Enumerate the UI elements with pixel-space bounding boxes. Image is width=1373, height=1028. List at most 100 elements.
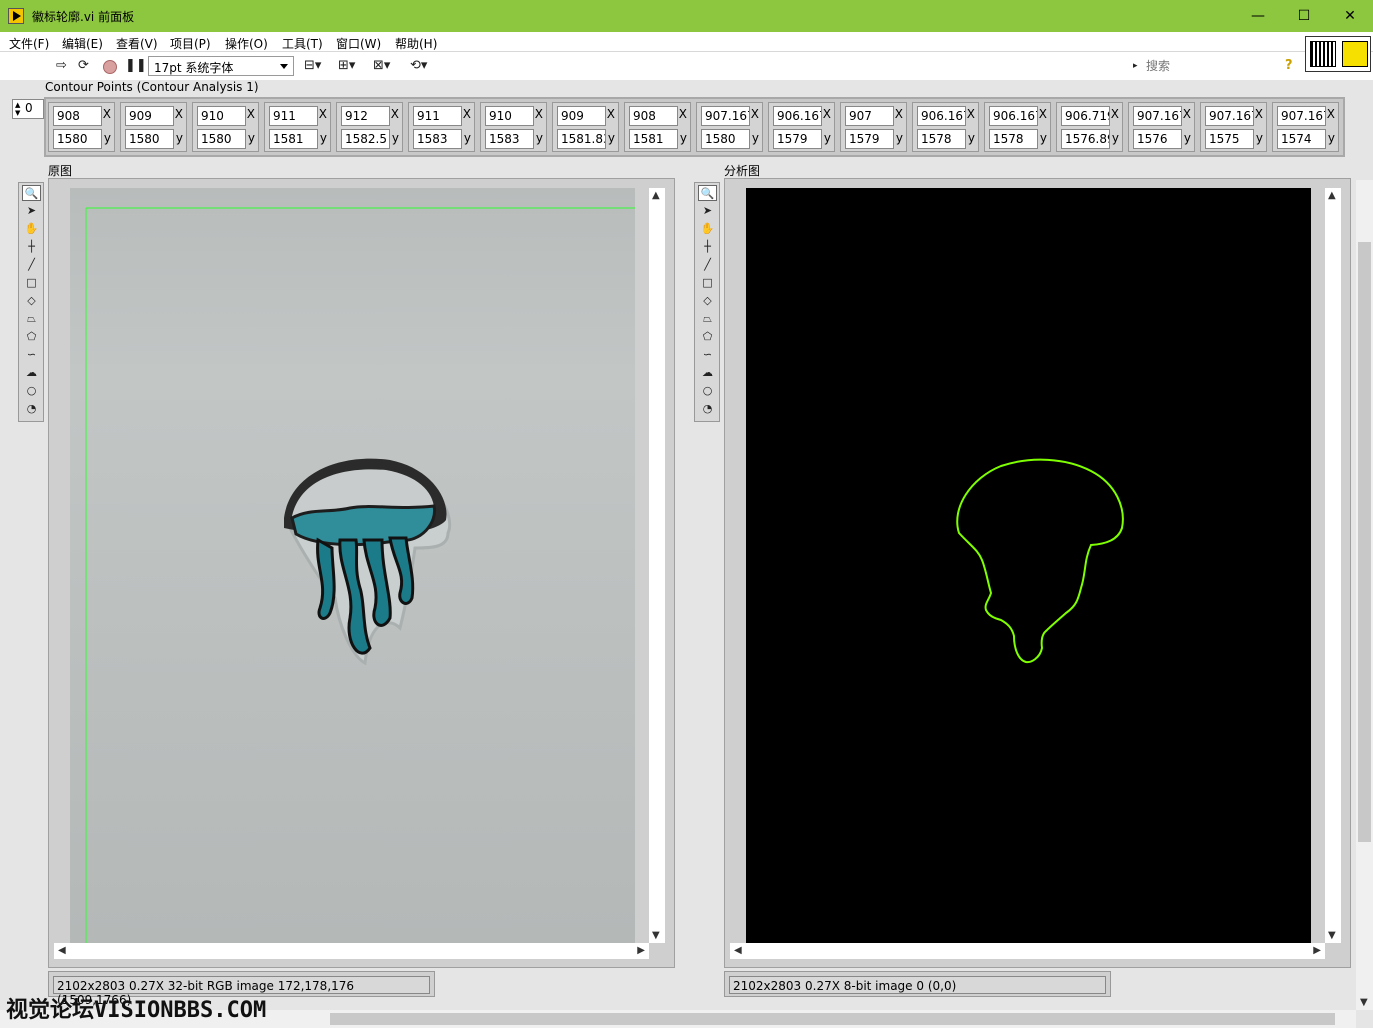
point-y-value[interactable]: 1578 bbox=[989, 129, 1038, 149]
menu-operate[interactable]: 操作(O) bbox=[225, 35, 268, 52]
abort-icon[interactable] bbox=[103, 60, 117, 74]
line-icon[interactable]: ╱ bbox=[22, 257, 41, 273]
point-x-value[interactable]: 909 bbox=[125, 106, 174, 126]
point-x-value[interactable]: 910 bbox=[197, 106, 246, 126]
point-icon[interactable]: ┼ bbox=[698, 239, 717, 255]
point-y-value[interactable]: 1583 bbox=[413, 129, 462, 149]
search-expand-icon[interactable]: ▸ bbox=[1133, 61, 1138, 71]
scroll-down-icon[interactable]: ▼ bbox=[652, 930, 660, 941]
pan-hand-icon[interactable]: ✋ bbox=[22, 221, 41, 237]
right-horizontal-scrollbar[interactable]: ◀ ▶ bbox=[730, 943, 1325, 959]
freehand-line-icon[interactable]: ∽ bbox=[698, 347, 717, 363]
point-y-value[interactable]: 1582.5 bbox=[341, 129, 390, 149]
point-x-value[interactable]: 907.167 bbox=[701, 106, 750, 126]
pan-hand-icon[interactable]: ✋ bbox=[698, 221, 717, 237]
point-x-value[interactable]: 908 bbox=[629, 106, 678, 126]
run-continuously-icon[interactable]: ⟳ bbox=[78, 58, 89, 73]
minimize-button[interactable]: — bbox=[1235, 0, 1281, 32]
point-y-value[interactable]: 1580 bbox=[125, 129, 174, 149]
point-x-value[interactable]: 911 bbox=[269, 106, 318, 126]
freehand-region-icon[interactable]: ⬠ bbox=[698, 329, 717, 345]
rotated-rectangle-icon[interactable]: ◇ bbox=[22, 293, 41, 309]
point-y-value[interactable]: 1575 bbox=[1205, 129, 1254, 149]
menu-file[interactable]: 文件(F) bbox=[9, 35, 49, 52]
oval-icon[interactable]: ○ bbox=[22, 383, 41, 399]
broken-line-icon[interactable]: ☁ bbox=[698, 365, 717, 381]
point-x-value[interactable]: 906.167 bbox=[773, 106, 822, 126]
freehand-line-icon[interactable]: ∽ bbox=[22, 347, 41, 363]
right-vertical-scrollbar[interactable]: ▲ ▼ bbox=[1325, 188, 1341, 943]
scroll-down-icon[interactable]: ▼ bbox=[1360, 997, 1368, 1008]
broken-line-icon[interactable]: ☁ bbox=[22, 365, 41, 381]
point-y-value[interactable]: 1581.83 bbox=[557, 129, 606, 149]
point-y-value[interactable]: 1578 bbox=[917, 129, 966, 149]
font-selector[interactable]: 17pt 系统字体 bbox=[148, 56, 294, 76]
scroll-down-icon[interactable]: ▼ bbox=[1328, 930, 1336, 941]
point-y-value[interactable]: 1581 bbox=[629, 129, 678, 149]
point-y-value[interactable]: 1580 bbox=[197, 129, 246, 149]
panel-vertical-scrollbar[interactable]: ▼ bbox=[1356, 180, 1373, 1010]
pointer-icon[interactable]: ➤ bbox=[22, 203, 41, 219]
point-y-value[interactable]: 1574 bbox=[1277, 129, 1326, 149]
zoom-icon[interactable]: 🔍 bbox=[22, 185, 41, 201]
analysis-image[interactable] bbox=[746, 188, 1311, 943]
point-y-value[interactable]: 1579 bbox=[845, 129, 894, 149]
line-icon[interactable]: ╱ bbox=[698, 257, 717, 273]
menu-help[interactable]: 帮助(H) bbox=[395, 35, 437, 52]
point-x-value[interactable]: 908 bbox=[53, 106, 102, 126]
reorder-icon[interactable]: ⟲▾ bbox=[410, 58, 427, 73]
point-y-value[interactable]: 1583 bbox=[485, 129, 534, 149]
point-x-value[interactable]: 912 bbox=[341, 106, 390, 126]
zoom-icon[interactable]: 🔍 bbox=[698, 185, 717, 201]
scroll-left-icon[interactable]: ◀ bbox=[734, 945, 742, 956]
scroll-right-icon[interactable]: ▶ bbox=[637, 945, 645, 956]
annulus-icon[interactable]: ◔ bbox=[22, 401, 41, 417]
point-icon[interactable]: ┼ bbox=[22, 239, 41, 255]
array-index[interactable]: ▲ ▼ 0 bbox=[12, 99, 44, 119]
polygon-icon[interactable]: ⏢ bbox=[22, 311, 41, 327]
run-arrow-icon[interactable]: ⇨ bbox=[56, 58, 67, 73]
point-x-value[interactable]: 907 bbox=[845, 106, 894, 126]
left-horizontal-scrollbar[interactable]: ◀ ▶ bbox=[54, 943, 649, 959]
rectangle-icon[interactable]: □ bbox=[698, 275, 717, 291]
point-x-value[interactable]: 906.167 bbox=[917, 106, 966, 126]
point-y-value[interactable]: 1576 bbox=[1133, 129, 1182, 149]
align-objects-icon[interactable]: ⊟▾ bbox=[304, 58, 321, 73]
point-y-value[interactable]: 1580 bbox=[53, 129, 102, 149]
close-button[interactable]: ✕ bbox=[1327, 0, 1373, 32]
index-stepper-icon[interactable]: ▲ ▼ bbox=[15, 101, 20, 117]
original-image[interactable] bbox=[70, 188, 635, 943]
vi-icon-panel[interactable] bbox=[1305, 36, 1371, 72]
scroll-left-icon[interactable]: ◀ bbox=[58, 945, 66, 956]
annulus-icon[interactable]: ◔ bbox=[698, 401, 717, 417]
menu-window[interactable]: 窗口(W) bbox=[336, 35, 381, 52]
search-input[interactable] bbox=[1140, 56, 1274, 76]
distribute-objects-icon[interactable]: ⊞▾ bbox=[338, 58, 355, 73]
maximize-button[interactable]: ☐ bbox=[1281, 0, 1327, 32]
scroll-up-icon[interactable]: ▲ bbox=[652, 190, 660, 201]
point-y-value[interactable]: 1580 bbox=[701, 129, 750, 149]
context-help-icon[interactable]: ? bbox=[1285, 58, 1293, 73]
point-x-value[interactable]: 906.719 bbox=[1061, 106, 1110, 126]
pause-icon[interactable]: ❚❚ bbox=[125, 58, 147, 73]
rotated-rectangle-icon[interactable]: ◇ bbox=[698, 293, 717, 309]
point-y-value[interactable]: 1579 bbox=[773, 129, 822, 149]
menu-edit[interactable]: 编辑(E) bbox=[62, 35, 103, 52]
scroll-right-icon[interactable]: ▶ bbox=[1313, 945, 1321, 956]
point-x-value[interactable]: 911 bbox=[413, 106, 462, 126]
pointer-icon[interactable]: ➤ bbox=[698, 203, 717, 219]
scroll-up-icon[interactable]: ▲ bbox=[1328, 190, 1336, 201]
point-x-value[interactable]: 906.167 bbox=[989, 106, 1038, 126]
point-y-value[interactable]: 1581 bbox=[269, 129, 318, 149]
menu-tools[interactable]: 工具(T) bbox=[282, 35, 323, 52]
point-x-value[interactable]: 909 bbox=[557, 106, 606, 126]
left-vertical-scrollbar[interactable]: ▲ ▼ bbox=[649, 188, 665, 943]
rectangle-icon[interactable]: □ bbox=[22, 275, 41, 291]
menu-view[interactable]: 查看(V) bbox=[116, 35, 158, 52]
point-y-value[interactable]: 1576.89 bbox=[1061, 129, 1110, 149]
point-x-value[interactable]: 907.167 bbox=[1277, 106, 1326, 126]
point-x-value[interactable]: 907.167 bbox=[1205, 106, 1254, 126]
oval-icon[interactable]: ○ bbox=[698, 383, 717, 399]
panel-hscroll-thumb[interactable] bbox=[330, 1013, 1335, 1025]
point-x-value[interactable]: 907.167 bbox=[1133, 106, 1182, 126]
